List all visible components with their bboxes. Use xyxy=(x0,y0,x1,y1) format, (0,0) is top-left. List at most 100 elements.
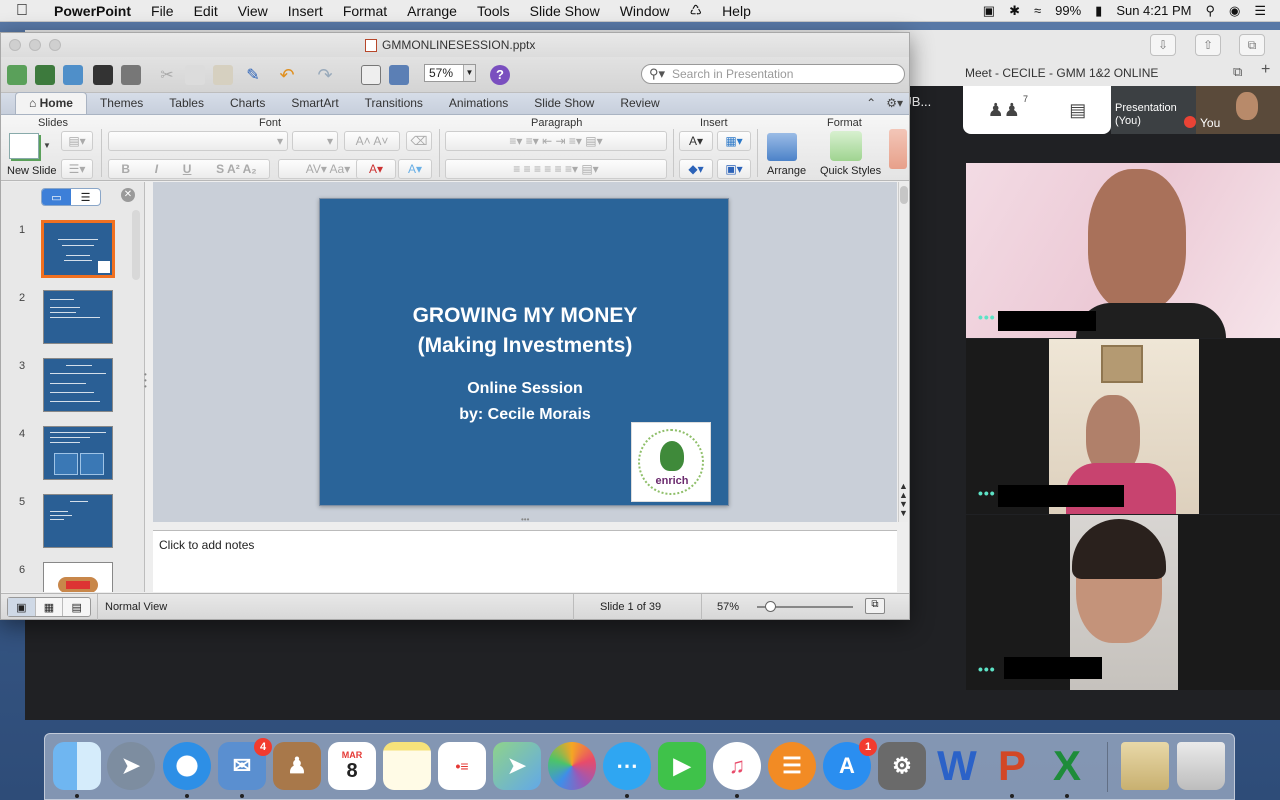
notes-placeholder[interactable]: Click to add notes xyxy=(159,538,254,552)
menu-help[interactable]: Help xyxy=(712,3,761,19)
slide-thumb-image[interactable] xyxy=(43,358,113,412)
slide-thumbnail-3[interactable]: 3 xyxy=(1,358,131,414)
screen-mirror-icon[interactable]: ▣ xyxy=(983,3,995,19)
finder-icon[interactable] xyxy=(53,742,101,790)
text-effects-icon[interactable]: A▾ xyxy=(398,159,432,179)
slide-1[interactable]: GROWING MY MONEY (Making Investments) On… xyxy=(319,198,729,506)
search-icon[interactable]: ⚲▾ xyxy=(642,66,672,82)
font-name-select[interactable]: ▾ xyxy=(108,131,288,151)
title-bar[interactable]: GMMONLINESESSION.pptx xyxy=(1,33,909,57)
safari-icon[interactable] xyxy=(163,742,211,790)
font-size-buttons[interactable]: A˄ A˅ xyxy=(344,131,400,151)
menu-edit[interactable]: Edit xyxy=(184,3,228,19)
new-slide-icon[interactable] xyxy=(9,133,39,159)
participant-tile-2[interactable]: ••• xyxy=(966,339,1280,514)
open-icon[interactable] xyxy=(63,65,83,85)
contacts-icon[interactable]: ♟ xyxy=(273,742,321,790)
tab-animations[interactable]: Animations xyxy=(436,93,521,114)
new-tab-icon[interactable]: + xyxy=(1261,61,1270,79)
battery-percent[interactable]: 99% xyxy=(1055,3,1081,18)
text-box-icon[interactable]: A▾ xyxy=(679,131,713,151)
mail-icon[interactable]: ✉ 4 xyxy=(218,738,272,790)
slide-thumb-image[interactable] xyxy=(43,426,113,480)
search-field[interactable]: ⚲▾ Search in Presentation xyxy=(641,64,905,84)
menu-window[interactable]: Window xyxy=(610,3,680,19)
tab-charts[interactable]: Charts xyxy=(217,93,278,114)
books-icon[interactable]: ☰ xyxy=(768,742,816,790)
more-options-icon[interactable]: ••• xyxy=(978,309,996,325)
notes-icon[interactable] xyxy=(383,742,431,790)
arrange-icon[interactable] xyxy=(767,133,797,161)
slide-thumbnail-2[interactable]: 2 xyxy=(1,290,131,346)
tab-themes[interactable]: Themes xyxy=(87,93,156,114)
ribbon-settings-icon[interactable]: ⚙▾ xyxy=(886,96,903,110)
save-icon[interactable] xyxy=(93,65,113,85)
enrich-logo[interactable]: enrich xyxy=(631,422,711,502)
participant-tile-1[interactable]: ••• xyxy=(966,163,1280,338)
quick-styles-label[interactable]: Quick Styles xyxy=(820,165,881,177)
notification-center-icon[interactable]: ☰ xyxy=(1254,3,1266,19)
redo-icon[interactable]: ↷ xyxy=(315,65,335,85)
slide-title-line-1[interactable]: GROWING MY MONEY xyxy=(320,301,730,331)
slide-subtitle-line-1[interactable]: Online Session xyxy=(320,376,730,402)
script-icon[interactable]: ♺ xyxy=(680,2,713,19)
layout-button[interactable]: ▤▾ xyxy=(61,131,93,151)
menu-insert[interactable]: Insert xyxy=(278,3,333,19)
tab-transitions[interactable]: Transitions xyxy=(352,93,436,114)
zoom-slider[interactable] xyxy=(757,601,853,612)
menu-file[interactable]: File xyxy=(141,3,184,19)
menu-arrange[interactable]: Arrange xyxy=(397,3,467,19)
clock[interactable]: Sun 4:21 PM xyxy=(1116,3,1191,18)
shape-icon[interactable]: ◆▾ xyxy=(679,159,713,179)
spotlight-icon[interactable]: ⚲ xyxy=(1205,3,1215,19)
page-nav-arrows-icon[interactable]: ▲ ▲ ▼ ▼ xyxy=(899,482,908,518)
list-indent-buttons[interactable]: ≡▾ ≡▾ ⇤ ⇥ ≡▾ ▤▾ xyxy=(445,131,667,151)
canvas-scrollbar[interactable]: ▲ ▲ ▼ ▼ xyxy=(898,182,908,522)
slides-panel-scrollbar[interactable] xyxy=(132,210,140,280)
participant-tile-3[interactable]: ••• xyxy=(966,515,1280,690)
apple-icon[interactable]:  xyxy=(16,2,44,20)
menu-format[interactable]: Format xyxy=(333,3,397,19)
new-document-icon[interactable] xyxy=(7,65,27,85)
format-painter-icon[interactable]: ✎ xyxy=(243,65,263,85)
normal-view-icon[interactable]: ▣ xyxy=(8,598,36,616)
chevron-down-icon[interactable]: ▼ xyxy=(463,65,475,81)
slide-thumb-image[interactable] xyxy=(43,562,113,592)
shape-fill-icon[interactable] xyxy=(889,129,907,169)
word-icon[interactable]: W xyxy=(933,742,981,790)
slide-thumb-image[interactable] xyxy=(43,290,113,344)
tab-slide-show[interactable]: Slide Show xyxy=(521,93,607,114)
scrollbar-thumb[interactable] xyxy=(900,186,908,204)
slide-thumb-image[interactable] xyxy=(43,494,113,548)
close-panel-icon[interactable]: ✕ xyxy=(121,188,135,202)
paste-icon[interactable] xyxy=(213,65,233,85)
share-icon[interactable]: ⇧ xyxy=(1195,34,1221,56)
fit-to-window-icon[interactable]: ⧉ xyxy=(865,598,885,614)
zoom-slider-knob[interactable] xyxy=(765,601,776,612)
battery-icon[interactable]: ▮ xyxy=(1095,3,1102,19)
itunes-icon[interactable]: ♫ xyxy=(713,742,761,790)
clear-formatting-icon[interactable]: ⌫ xyxy=(406,131,432,151)
undo-icon[interactable]: ↶ xyxy=(277,65,297,85)
photos-icon[interactable] xyxy=(548,742,596,790)
close-window-button[interactable] xyxy=(9,39,21,51)
powerpoint-icon[interactable]: P xyxy=(988,742,1036,790)
font-size-select[interactable]: ▾ xyxy=(292,131,338,151)
zoom-select[interactable]: 57% ▼ xyxy=(424,64,476,82)
font-color-icon[interactable]: A▾ xyxy=(356,159,396,179)
slide-title-line-2[interactable]: (Making Investments) xyxy=(320,331,730,361)
menu-view[interactable]: View xyxy=(228,3,278,19)
more-options-icon[interactable]: ••• xyxy=(978,485,996,501)
picture-icon[interactable]: ▦▾ xyxy=(717,131,751,151)
print-icon[interactable] xyxy=(121,65,141,85)
siri-icon[interactable]: ◉ xyxy=(1229,3,1240,19)
trash-icon[interactable] xyxy=(1177,742,1225,790)
new-slide-label[interactable]: New Slide xyxy=(7,165,57,177)
calendar-icon[interactable]: MAR 8 xyxy=(328,742,376,790)
menu-tools[interactable]: Tools xyxy=(467,3,520,19)
slide-thumbnail-6[interactable]: 6 xyxy=(1,562,131,592)
minimize-window-button[interactable] xyxy=(29,39,41,51)
bluetooth-icon[interactable]: ✱ xyxy=(1009,3,1020,19)
excel-icon[interactable]: X xyxy=(1043,742,1091,790)
cut-icon[interactable]: ✂ xyxy=(157,65,177,85)
